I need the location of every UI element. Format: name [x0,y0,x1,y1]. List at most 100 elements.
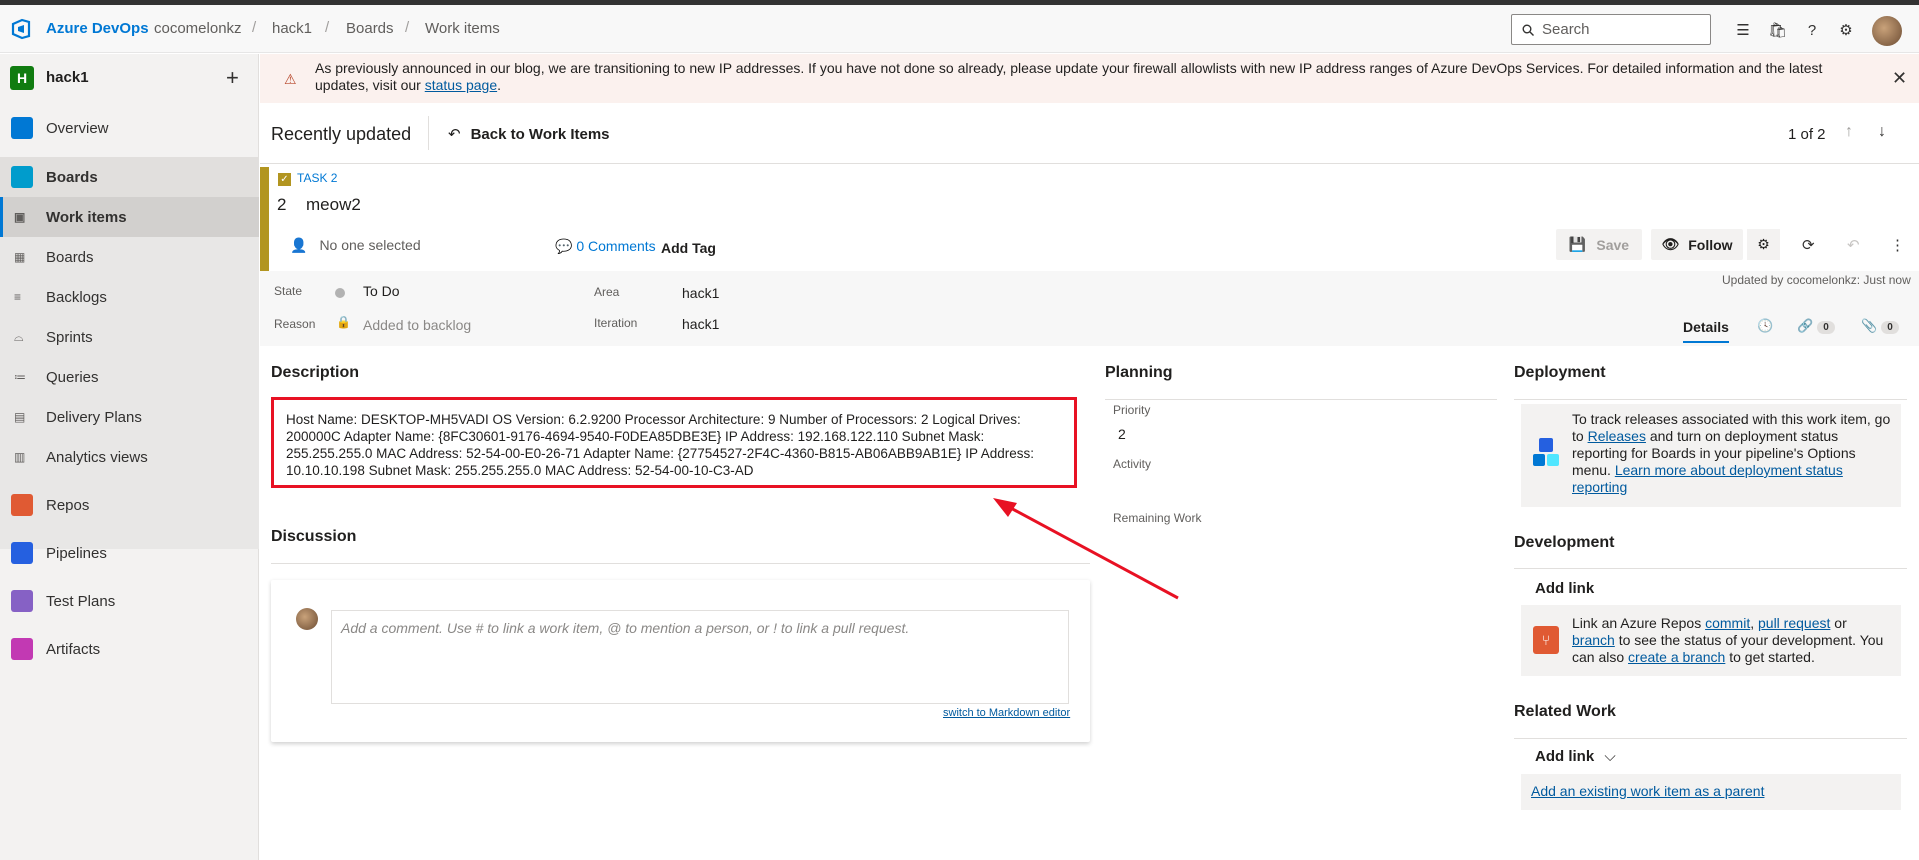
add-tag-button[interactable]: Add Tag [661,240,716,256]
development-title: Development [1514,534,1615,551]
attachments-count: 0 [1881,321,1899,334]
status-page-link[interactable]: status page [425,77,497,93]
assigned-to-picker[interactable]: 👤 No one selected [290,237,421,254]
add-parent-link[interactable]: Add an existing work item as a parent [1531,783,1764,800]
nav-label: Test Plans [46,592,116,610]
arrow-up-icon[interactable]: ↑ [1845,123,1853,141]
nav-artifacts[interactable]: Artifacts [0,629,259,669]
development-add-link-button[interactable]: Add link [1535,580,1594,597]
artifacts-icon [11,638,33,660]
nav-repos[interactable]: Repos [0,485,259,525]
nav-work-items[interactable]: ▣ Work items [0,197,259,237]
assigned-to-label: No one selected [319,237,421,253]
breadcrumb-project[interactable]: hack1 [272,20,312,37]
nav-label: Overview [46,119,109,137]
nav-label: Pipelines [46,544,107,562]
comments-link[interactable]: 💬 0 Comments [555,238,656,255]
backlogs-icon: ≡ [14,290,22,304]
delivery-plans-icon: ▤ [14,410,26,424]
priority-value[interactable]: 2 [1118,426,1126,442]
brand-link[interactable]: Azure DevOps [46,20,149,37]
development-text: Link an Azure Repos commit, pull request… [1572,615,1892,666]
task-type-icon: ✓ [278,173,291,186]
repos-branch-icon: ⑂ [1533,626,1559,654]
new-item-plus-icon[interactable]: + [226,65,239,91]
development-text-part: to get started. [1725,649,1815,665]
create-branch-link[interactable]: create a branch [1628,649,1725,665]
breadcrumb-boards[interactable]: Boards [346,20,394,37]
description-field[interactable]: Host Name: DESKTOP-MH5VADI OS Version: 6… [271,397,1077,488]
user-settings-icon[interactable]: ⚙ [1837,22,1855,40]
related-card: Add an existing work item as a parent [1521,774,1901,810]
area-value[interactable]: hack1 [682,285,719,301]
warning-icon: ⚠ [284,71,297,87]
comments-count: 0 Comments [576,238,656,254]
help-icon[interactable]: ? [1803,22,1821,40]
work-item-id: 2 [277,195,287,214]
nav-delivery-plans[interactable]: ▤ Delivery Plans [0,397,259,437]
commit-link[interactable]: commit [1705,615,1750,631]
work-item-title[interactable]: meow2 [306,195,361,215]
back-to-work-items-button[interactable]: ↶ Back to Work Items [448,125,610,143]
related-work-title: Related Work [1514,703,1616,720]
tab-links[interactable]: 🔗 0 [1797,318,1835,334]
save-button[interactable]: 💾 Save [1556,229,1642,260]
nav-overview[interactable]: Overview [0,108,259,148]
nav-pipelines[interactable]: Pipelines [0,533,259,573]
tab-details[interactable]: Details [1683,319,1729,343]
undo-icon[interactable]: ↶ [1847,236,1860,254]
deployment-text: To track releases associated with this w… [1572,411,1892,496]
analytics-icon: ▥ [14,450,26,464]
project-name[interactable]: hack1 [46,69,89,86]
tab-attachments[interactable]: 📎 0 [1861,318,1899,334]
links-count: 0 [1817,321,1835,334]
comment-input[interactable]: Add a comment. Use # to link a work item… [331,610,1069,704]
user-avatar[interactable] [1872,16,1902,46]
breadcrumb-org[interactable]: cocomelonkz [154,20,242,37]
refresh-icon[interactable]: ⟳ [1802,236,1815,254]
arrow-down-icon[interactable]: ↓ [1878,123,1886,141]
back-arrow-icon: ↶ [448,126,461,143]
task-list-icon[interactable]: ☰ [1734,22,1752,40]
ip-notice-banner: ⚠ As previously announced in our blog, w… [260,54,1919,103]
lock-icon: 🔒 [336,315,351,329]
nav-label: Repos [46,496,90,514]
switch-markdown-link[interactable]: switch to Markdown editor [943,707,1070,719]
nav-boards[interactable]: ▦ Boards [0,237,259,277]
nav-sprints[interactable]: ⌓ Sprints [0,317,259,357]
state-value[interactable]: To Do [363,283,400,299]
history-icon[interactable]: 🕓 [1757,318,1773,334]
project-avatar[interactable]: H [10,66,34,90]
pull-request-link[interactable]: pull request [1758,615,1830,631]
breadcrumb-work-items[interactable]: Work items [425,20,500,37]
azure-devops-logo-icon[interactable] [10,18,32,40]
nav-label: Boards [46,168,98,186]
iteration-value[interactable]: hack1 [682,316,719,332]
reason-value: Added to backlog [363,317,472,333]
nav-analytics-views[interactable]: ▥ Analytics views [0,437,259,477]
banner-message: As previously announced in our blog, we … [315,60,1823,93]
paperclip-icon: 📎 [1861,318,1878,333]
description-title: Description [271,364,360,381]
follow-button[interactable]: 👁 Follow [1651,229,1743,260]
nav-backlogs[interactable]: ≡ Backlogs [0,277,259,317]
deployment-divider [1514,399,1907,400]
back-label: Back to Work Items [470,126,610,143]
nav-label: Boards [46,248,94,266]
follow-settings-gear-icon[interactable]: ⚙ [1747,229,1780,260]
nav-label: Delivery Plans [46,408,142,426]
add-link-label: Add link [1535,748,1595,765]
nav-queries[interactable]: ≔ Queries [0,357,259,397]
search-input[interactable]: Search [1511,14,1711,45]
releases-link[interactable]: Releases [1588,428,1646,444]
related-add-link-button[interactable]: Add link ⌵ [1535,748,1616,765]
shopping-bag-icon[interactable]: 🛍 [1768,22,1787,40]
nav-boards-section[interactable]: Boards [0,157,259,197]
banner-text: As previously announced in our blog, we … [315,60,1875,94]
pager-count: 1 of 2 [1788,126,1826,143]
nav-test-plans[interactable]: Test Plans [0,581,259,621]
more-actions-icon[interactable]: ⋮ [1890,236,1905,254]
close-icon[interactable]: ✕ [1892,68,1907,89]
branch-link[interactable]: branch [1572,632,1615,648]
nav-label: Sprints [46,328,93,346]
